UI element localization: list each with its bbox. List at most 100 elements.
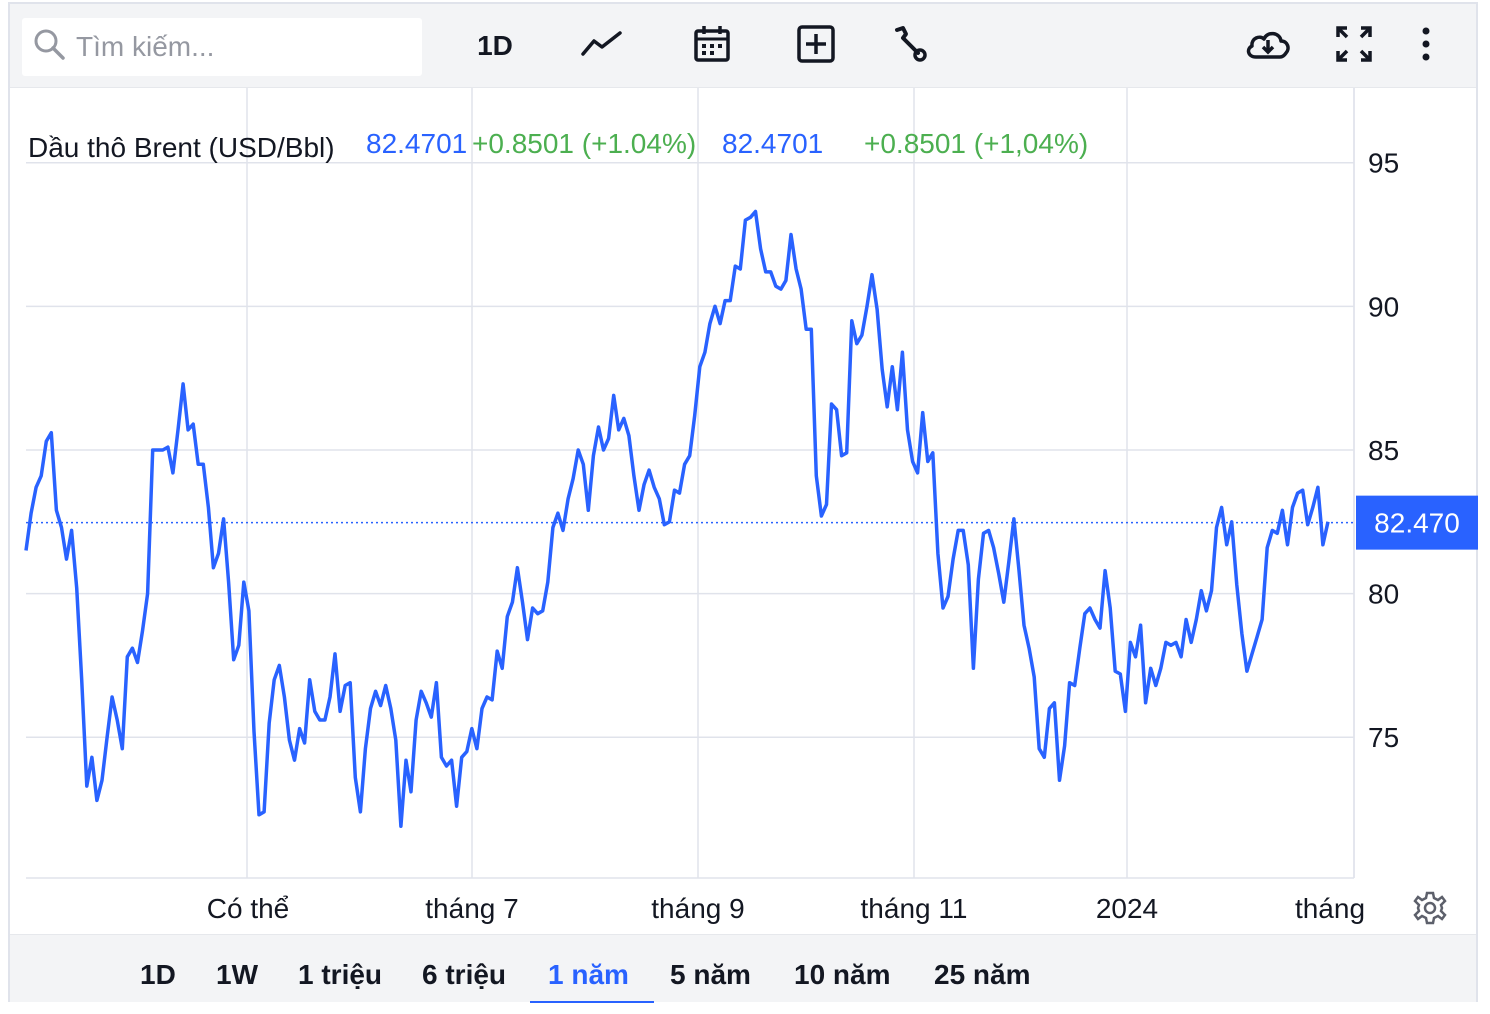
data-point	[1189, 640, 1193, 644]
chart-settings-button[interactable]	[1412, 890, 1448, 931]
data-point	[693, 414, 697, 418]
data-point	[49, 431, 53, 435]
data-point	[404, 758, 408, 762]
date-range-button[interactable]	[692, 22, 732, 70]
data-point	[222, 517, 226, 521]
data-point	[141, 629, 145, 633]
settings-tools-button[interactable]	[890, 22, 930, 70]
data-point	[358, 810, 362, 814]
range-10y-button[interactable]: 10 năm	[794, 959, 891, 991]
data-point	[328, 695, 332, 699]
data-point	[1255, 635, 1259, 639]
data-point	[439, 755, 443, 759]
data-point	[916, 471, 920, 475]
data-point	[1007, 560, 1011, 564]
data-point	[54, 508, 58, 512]
data-point	[1250, 652, 1254, 656]
range-1m-button[interactable]: 1 triệu	[298, 959, 382, 991]
cloud-download-icon	[1244, 27, 1292, 66]
data-point	[110, 695, 114, 699]
search-input[interactable]	[76, 31, 396, 63]
data-point	[1286, 543, 1290, 547]
data-point	[338, 709, 342, 713]
data-point	[34, 485, 38, 489]
data-point	[850, 319, 854, 323]
x-tick-label: tháng 9	[651, 893, 744, 924]
data-point	[100, 778, 104, 782]
range-1d-button[interactable]: 1D	[140, 959, 176, 991]
data-point	[571, 477, 575, 481]
data-point	[384, 684, 388, 688]
data-point	[434, 681, 438, 685]
data-point	[921, 411, 925, 415]
line-chart-icon	[580, 29, 624, 64]
last-price-label: 82.470	[1374, 508, 1460, 539]
more-menu-button[interactable]	[1414, 22, 1438, 70]
add-indicator-button[interactable]	[796, 22, 836, 70]
data-points	[24, 210, 1330, 829]
data-point	[1002, 600, 1006, 604]
data-point	[556, 511, 560, 515]
data-point	[840, 454, 844, 458]
data-point	[323, 718, 327, 722]
data-point	[1326, 520, 1330, 524]
data-point	[1093, 618, 1097, 622]
data-point	[333, 652, 337, 656]
data-point	[1245, 669, 1249, 673]
legend-value-secondary: 82.4701	[722, 128, 824, 159]
data-point	[1169, 643, 1173, 647]
chart-type-button[interactable]	[580, 22, 624, 70]
data-point	[657, 497, 661, 501]
range-6m-button[interactable]: 6 triệu	[422, 959, 506, 991]
data-point	[105, 735, 109, 739]
range-25y-button[interactable]: 25 năm	[934, 959, 1031, 991]
search-box[interactable]	[22, 18, 422, 76]
data-point	[146, 592, 150, 596]
data-point	[470, 727, 474, 731]
data-point	[607, 437, 611, 441]
data-point	[809, 327, 813, 331]
data-point	[718, 322, 722, 326]
data-point	[1225, 543, 1229, 547]
data-point	[44, 439, 48, 443]
data-point	[399, 824, 403, 828]
price-chart[interactable]: 75 80 85 90 95 Có thể tháng 7 tháng 9 tháng 11 2…	[10, 88, 1480, 934]
interval-button[interactable]: 1D	[470, 22, 520, 70]
data-point	[708, 322, 712, 326]
data-point	[369, 707, 373, 711]
data-point	[1280, 508, 1284, 512]
data-point	[409, 790, 413, 794]
data-point	[1134, 655, 1138, 659]
chart-pane[interactable]: 75 80 85 90 95 Có thể tháng 7 tháng 9 tháng 11 2…	[10, 88, 1478, 934]
range-1w-button[interactable]: 1W	[216, 959, 258, 991]
range-1y-button[interactable]: 1 năm	[548, 959, 629, 991]
data-point	[1118, 672, 1122, 676]
data-point	[510, 600, 514, 604]
data-point	[1154, 684, 1158, 688]
data-point	[394, 738, 398, 742]
range-5y-button[interactable]: 5 năm	[670, 959, 751, 991]
data-point	[673, 488, 677, 492]
data-point	[622, 416, 626, 420]
data-point	[906, 428, 910, 432]
data-point	[500, 666, 504, 670]
data-point	[1022, 623, 1026, 627]
wrench-icon	[891, 25, 929, 68]
data-point	[987, 528, 991, 532]
data-point	[85, 784, 89, 788]
range-selector: 1D 1W 1 triệu 6 triệu 1 năm 5 năm 10 năm…	[10, 934, 1476, 1003]
data-point	[1063, 744, 1067, 748]
data-point	[1230, 520, 1234, 524]
fullscreen-button[interactable]	[1334, 22, 1374, 70]
data-point	[287, 738, 291, 742]
data-point	[166, 445, 170, 449]
data-point	[1296, 491, 1300, 495]
data-point	[24, 549, 28, 553]
data-point	[936, 551, 940, 555]
y-tick-label: 75	[1368, 722, 1399, 753]
data-point	[201, 462, 205, 466]
data-point	[1164, 640, 1168, 644]
data-point	[414, 718, 418, 722]
download-button[interactable]	[1244, 22, 1292, 70]
data-point	[966, 563, 970, 567]
